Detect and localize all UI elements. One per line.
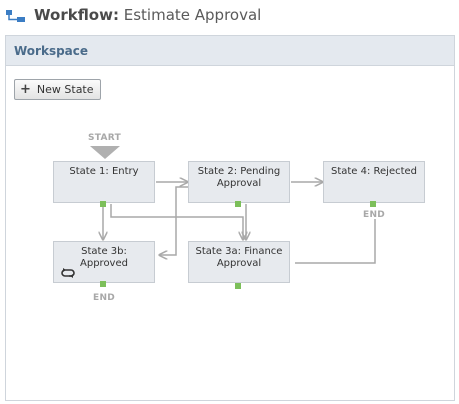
- new-state-button[interactable]: + New State: [14, 79, 101, 100]
- transition-edges: [90, 146, 376, 264]
- workspace-body: START State 1: Entry State 2: Pending Ap…: [6, 67, 454, 400]
- title-bar: Workflow: Estimate Approval: [0, 0, 459, 34]
- start-marker: [90, 146, 120, 159]
- edge-entry-to-finance: [110, 204, 243, 239]
- state-entry[interactable]: State 1: Entry: [53, 161, 155, 203]
- state-pending-approval[interactable]: State 2: Pending Approval: [188, 161, 290, 203]
- connector-handle-entry[interactable]: [100, 201, 106, 207]
- workflow-icon: [6, 10, 25, 22]
- workflow-name: Estimate Approval: [123, 6, 262, 24]
- connector-handle-finance[interactable]: [235, 283, 241, 289]
- panel-title: Workspace: [14, 44, 89, 58]
- new-state-label: New State: [36, 83, 94, 96]
- plus-icon: +: [20, 82, 31, 97]
- connector-handle-approved[interactable]: [100, 281, 106, 287]
- workflow-canvas[interactable]: START State 1: Entry State 2: Pending Ap…: [6, 67, 454, 400]
- workspace-panel: Workspace START State 1: Entry State 2: …: [5, 35, 455, 401]
- loop-icon: [61, 268, 75, 278]
- state-finance-approval[interactable]: State 3a: Finance Approval: [188, 241, 290, 283]
- state-finance-label: State 3a: Finance Approval: [195, 246, 283, 269]
- state-rejected-label: State 4: Rejected: [330, 166, 418, 177]
- panel-header: Workspace: [6, 36, 454, 66]
- state-entry-label: State 1: Entry: [69, 166, 139, 177]
- connector-handle-pending[interactable]: [235, 201, 241, 207]
- state-pending-label: State 2: Pending Approval: [197, 166, 281, 189]
- page-title: Workflow: Estimate Approval: [34, 6, 261, 24]
- edge-pending-to-approved: [160, 186, 189, 255]
- connector-handle-rejected[interactable]: [370, 201, 376, 207]
- state-approved-label: State 3b: Approved: [80, 246, 128, 269]
- state-approved[interactable]: State 3b: Approved: [53, 241, 155, 283]
- end-label-approved: END: [93, 293, 116, 303]
- edge-rejected-to-finance: [295, 219, 376, 264]
- start-label: START: [88, 133, 122, 143]
- state-rejected[interactable]: State 4: Rejected: [323, 161, 425, 203]
- title-prefix: Workflow:: [34, 6, 119, 24]
- end-label-rejected: END: [363, 210, 386, 220]
